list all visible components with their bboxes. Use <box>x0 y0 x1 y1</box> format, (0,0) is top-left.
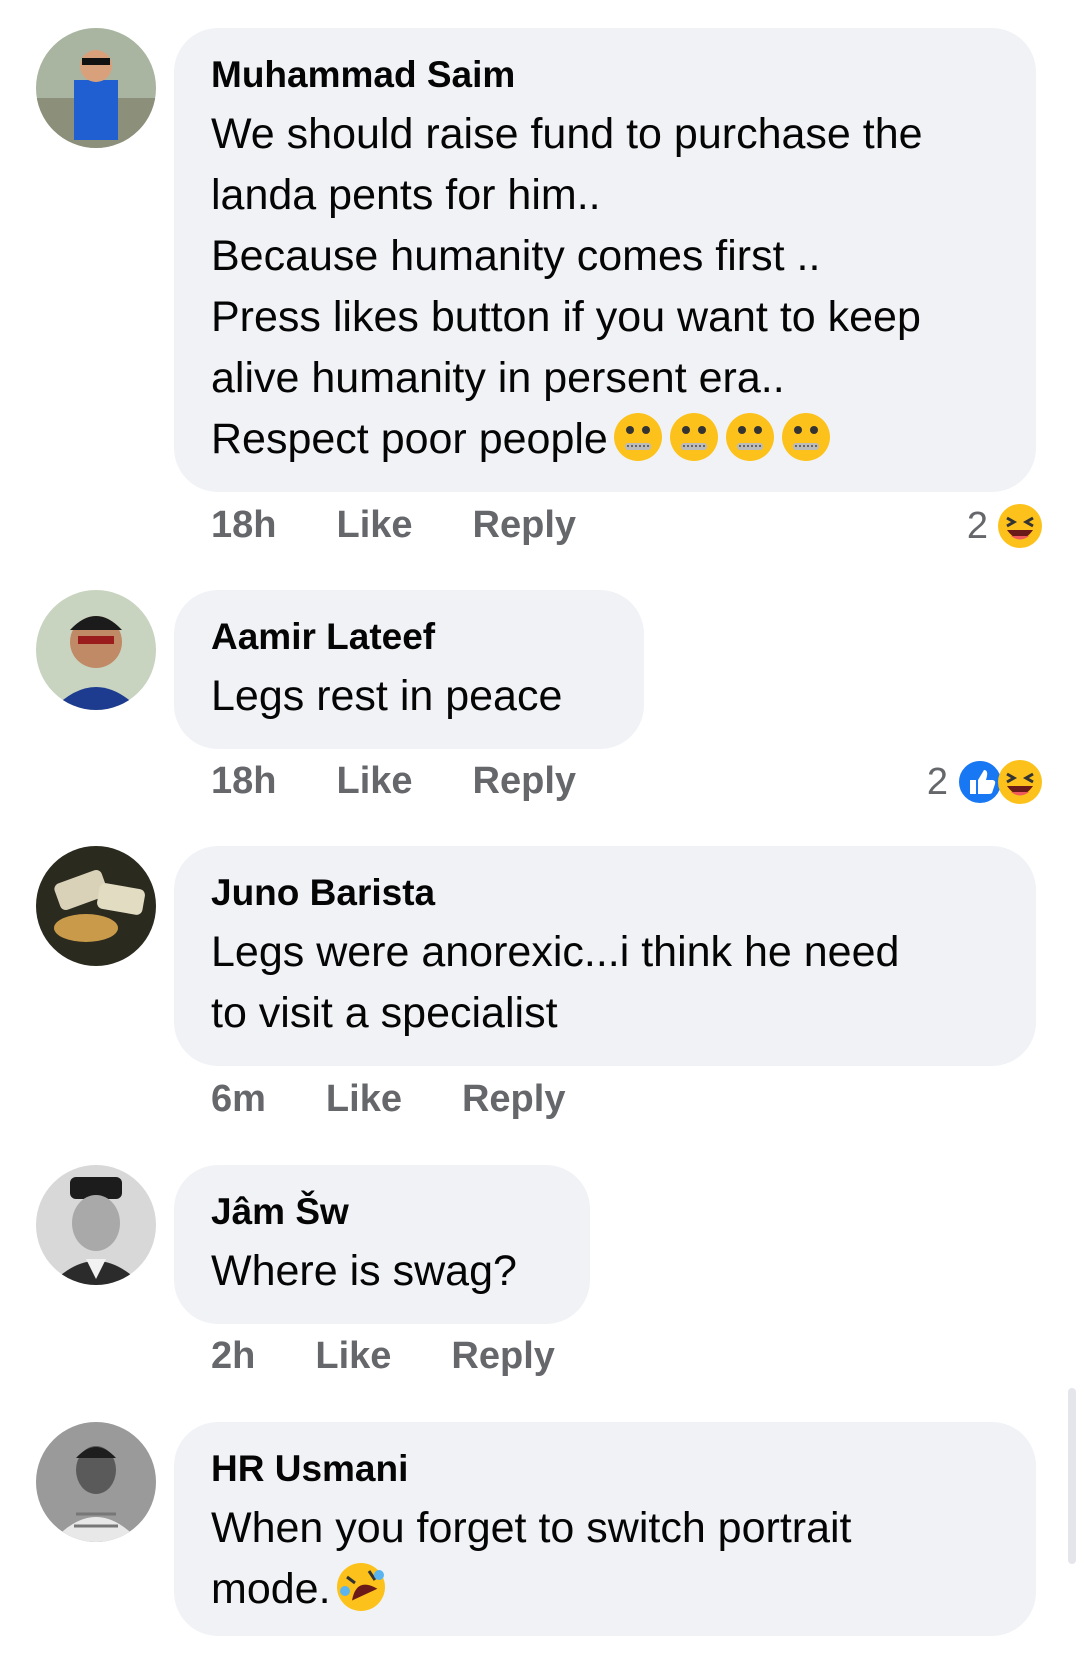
reply-button[interactable]: Reply <box>451 1335 554 1378</box>
comment-text: When you forget to switch portrait mode. <box>211 1504 852 1613</box>
zipper-mouth-face-icon <box>613 413 662 461</box>
comment-actions: 18h Like Reply <box>211 760 576 803</box>
comment-text: Legs rest in peace <box>211 672 563 720</box>
laughing-face-icon <box>998 504 1042 548</box>
avatar[interactable] <box>36 28 156 148</box>
reaction-count: 2 <box>966 504 988 547</box>
avatar[interactable] <box>36 590 156 710</box>
comment-bubble: HR Usmani When you forget to switch port… <box>174 1422 1036 1636</box>
comment-text: Legs were anorexic...i think he need to … <box>211 928 900 1037</box>
comment-actions: 2h Like Reply <box>211 1335 555 1378</box>
comment-bubble: Juno Barista Legs were anorexic...i thin… <box>174 846 1036 1066</box>
reply-button[interactable]: Reply <box>462 1078 565 1121</box>
reaction-count: 2 <box>926 760 948 803</box>
comment-text: Where is swag? <box>211 1247 517 1295</box>
reaction-summary[interactable]: 2 <box>927 758 1044 806</box>
commenter-name[interactable]: Aamir Lateef <box>211 608 608 666</box>
zipper-mouth-face-icon <box>781 413 830 461</box>
comment-timestamp[interactable]: 18h <box>211 504 276 547</box>
comment-actions: 18h Like Reply <box>211 504 576 547</box>
comment-bubble: Jâm Šw Where is swag? <box>174 1165 590 1324</box>
comment-bubble: Aamir Lateef Legs rest in peace <box>174 590 644 749</box>
commenter-name[interactable]: HR Usmani <box>211 1440 1000 1498</box>
reply-button[interactable]: Reply <box>473 504 576 547</box>
zipper-mouth-face-icon <box>725 413 774 461</box>
like-button[interactable]: Like <box>336 504 412 547</box>
commenter-name[interactable]: Juno Barista <box>211 864 1000 922</box>
commenter-name[interactable]: Muhammad Saim <box>211 46 1000 104</box>
comment-timestamp[interactable]: 2h <box>211 1335 255 1378</box>
comment-bubble: Muhammad Saim We should raise fund to pu… <box>174 28 1036 492</box>
like-button[interactable]: Like <box>315 1335 391 1378</box>
comment-text: We should raise fund to purchase the lan… <box>211 110 923 463</box>
avatar[interactable] <box>36 1165 156 1285</box>
reply-button[interactable]: Reply <box>473 760 576 803</box>
avatar[interactable] <box>36 1422 156 1542</box>
comment-timestamp[interactable]: 6m <box>211 1078 266 1121</box>
like-button[interactable]: Like <box>336 760 412 803</box>
rolling-on-floor-laughing-icon <box>336 1563 385 1611</box>
comment-timestamp[interactable]: 18h <box>211 760 276 803</box>
avatar[interactable] <box>36 846 156 966</box>
scrollbar[interactable] <box>1068 1388 1076 1564</box>
zipper-mouth-face-icon <box>669 413 718 461</box>
like-button[interactable]: Like <box>326 1078 402 1121</box>
laughing-face-icon <box>998 760 1042 804</box>
comment-actions: 6m Like Reply <box>211 1078 565 1121</box>
reaction-summary[interactable]: 2 <box>967 502 1044 550</box>
commenter-name[interactable]: Jâm Šw <box>211 1183 554 1241</box>
